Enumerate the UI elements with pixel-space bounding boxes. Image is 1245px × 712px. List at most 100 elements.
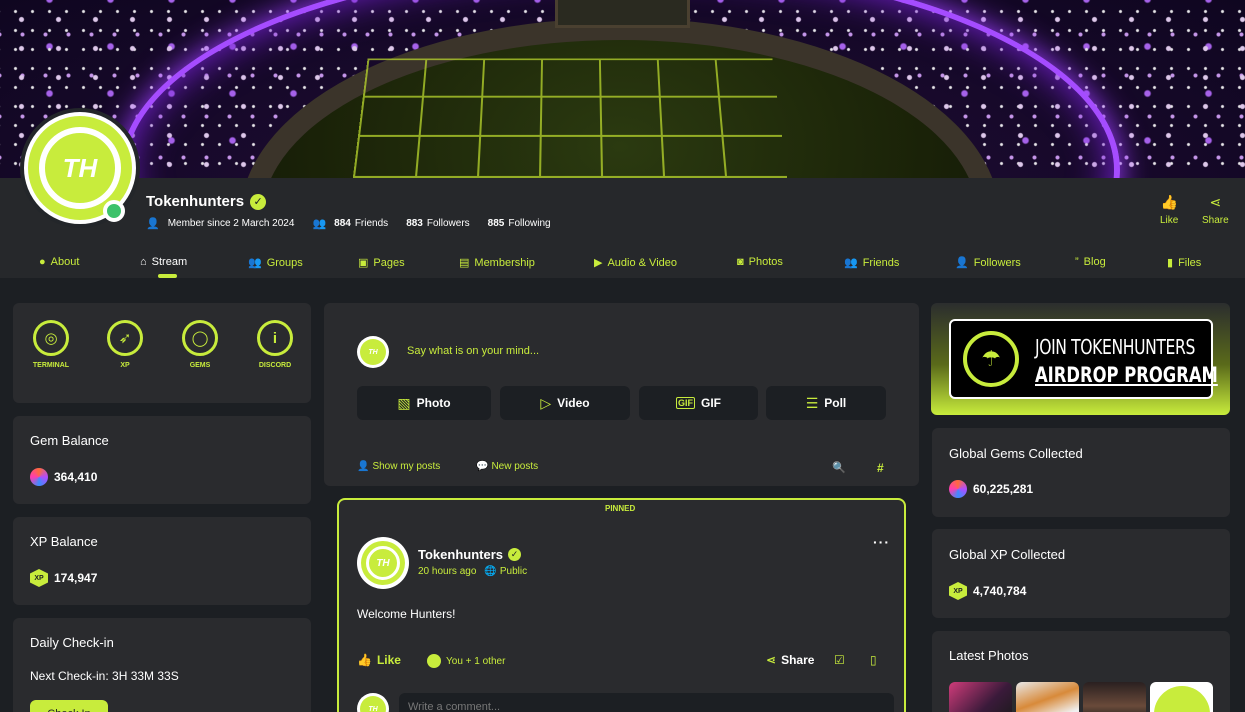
post-visibility-label: Public <box>499 566 528 577</box>
thumbs-up-icon: 👍 <box>1160 194 1178 210</box>
xp-icon: XP <box>949 582 967 600</box>
post-author[interactable]: Tokenhunters <box>418 547 503 562</box>
file-icon: ▮ <box>1167 257 1174 269</box>
followers-count[interactable]: 883 <box>406 218 423 229</box>
post-share-button[interactable]: ⋖ Share <box>766 653 814 667</box>
shortcut-label: XP <box>120 362 130 369</box>
latest-photos-title: Latest Photos <box>949 648 1029 663</box>
tab-pages[interactable]: ▣ Pages <box>358 256 405 270</box>
tab-label: About <box>50 256 80 268</box>
tab-groups[interactable]: 👥 Groups <box>248 256 303 270</box>
global-xp-value: 4,740,784 <box>973 584 1027 598</box>
tab-label: Pages <box>373 256 405 269</box>
tab-audio-video[interactable]: ▶ Audio & Video <box>594 256 677 270</box>
video-button-label: Video <box>557 396 590 410</box>
tab-about[interactable]: ● About <box>39 256 79 268</box>
post-avatar-initials: TH <box>366 546 400 580</box>
shortcut-discord[interactable]: i DISCORD <box>255 320 295 369</box>
tab-files[interactable]: ▮ Files <box>1167 256 1202 270</box>
share-icon: ⋖ <box>1209 194 1222 210</box>
share-page-button[interactable]: ⋖ Share <box>1202 194 1229 226</box>
search-posts-button[interactable]: 🔍 <box>832 461 846 474</box>
poll-button[interactable]: ☰ Poll <box>766 386 886 420</box>
globe-icon: 🌐 <box>484 566 497 577</box>
post-author-avatar[interactable]: TH <box>357 537 409 589</box>
shortcut-label: DISCORD <box>258 362 292 369</box>
profile-name-row: Tokenhunters ✓ <box>146 193 267 210</box>
global-xp-title: Global XP Collected <box>949 547 1066 562</box>
photo-thumbnail[interactable] <box>1083 682 1146 712</box>
shortcut-terminal[interactable]: ◎ TERMINAL <box>31 320 71 369</box>
global-xp-card <box>932 529 1230 618</box>
post-share-label: Share <box>781 653 815 667</box>
share-page-label: Share <box>1202 215 1229 226</box>
tab-label: Blog <box>1083 256 1106 268</box>
tab-stream[interactable]: ⌂ Stream <box>140 256 187 268</box>
reaction-icon <box>427 654 441 668</box>
tab-blog[interactable]: ” Blog <box>1075 256 1106 268</box>
info-icon: i <box>257 320 293 356</box>
profile-name[interactable]: Tokenhunters <box>146 193 244 210</box>
tab-label: Photos <box>748 256 783 268</box>
tab-membership[interactable]: ▤ Membership <box>459 256 535 270</box>
photo-thumbnail[interactable] <box>1016 682 1079 712</box>
post-check-button[interactable]: ☑ <box>834 653 845 667</box>
camera-icon: ◙ <box>737 256 744 268</box>
composer-avatar: TH <box>357 336 389 368</box>
composer-input[interactable]: Say what is on your mind... <box>407 345 539 357</box>
global-gems-row: 60,225,281 <box>949 480 1033 498</box>
friends-icon: 👥 <box>312 218 327 230</box>
post-like-button[interactable]: 👍 Like <box>357 653 401 667</box>
new-posts-filter[interactable]: 💬 New posts <box>476 461 538 472</box>
gif-button[interactable]: GIF GIF <box>639 386 758 420</box>
bookmark-icon: ▯ <box>870 653 877 667</box>
new-posts-label: New posts <box>491 461 539 472</box>
home-icon: ⌂ <box>140 256 147 268</box>
post-options-icon[interactable]: ··· <box>873 534 890 550</box>
user-check-icon: 👤 <box>955 257 969 269</box>
post-bookmark-button[interactable]: ▯ <box>870 653 877 667</box>
xp-icon: XP <box>30 569 48 587</box>
global-xp-row: XP 4,740,784 <box>949 582 1026 600</box>
comment-input[interactable]: Write a comment... <box>399 693 894 712</box>
check-in-button[interactable]: Check In <box>30 700 108 712</box>
photo-thumbnail[interactable] <box>1150 682 1213 712</box>
xp-balance-title: XP Balance <box>30 534 98 549</box>
pinned-label: PINNED <box>605 504 636 513</box>
poll-button-label: Poll <box>824 396 847 410</box>
member-since: Member since 2 March 2024 <box>167 218 295 229</box>
followers-label[interactable]: Followers <box>427 218 470 229</box>
rocket-icon: ➶ <box>107 320 143 356</box>
tab-label: Stream <box>151 256 188 268</box>
tab-label: Membership <box>474 256 535 269</box>
daily-checkin-title: Daily Check-in <box>30 635 114 650</box>
following-count[interactable]: 885 <box>488 218 505 229</box>
hashtag-icon: # <box>877 461 884 475</box>
tab-friends[interactable]: 👥 Friends <box>844 256 899 270</box>
friends-label[interactable]: Friends <box>355 218 388 229</box>
tab-label: Files <box>1178 256 1202 269</box>
tab-photos[interactable]: ◙ Photos <box>737 256 783 268</box>
show-my-posts-filter[interactable]: 👤 Show my posts <box>357 461 440 472</box>
photo-button[interactable]: ▧ Photo <box>357 386 491 420</box>
friends-count[interactable]: 884 <box>334 218 351 229</box>
airdrop-banner[interactable]: ☂ JOIN TOKENHUNTERS AIRDROP PROGRAM <box>949 319 1218 399</box>
shortcut-gems[interactable]: ◯ GEMS <box>180 320 220 369</box>
hashtag-button[interactable]: # <box>877 461 884 475</box>
gif-icon: GIF <box>676 397 695 409</box>
video-button[interactable]: ▷ Video <box>500 386 630 420</box>
photo-thumbnail[interactable] <box>949 682 1012 712</box>
xp-balance-value: 174,947 <box>54 571 98 585</box>
ring-icon: ◯ <box>182 320 218 356</box>
like-page-button[interactable]: 👍 Like <box>1160 194 1178 226</box>
airdrop-line1: JOIN TOKENHUNTERS <box>1035 335 1195 359</box>
target-icon: ◎ <box>33 320 69 356</box>
post-reactions[interactable]: You + 1 other <box>427 654 505 668</box>
following-label[interactable]: Following <box>508 218 550 229</box>
post-time[interactable]: 20 hours ago <box>418 566 476 577</box>
tab-followers[interactable]: 👤 Followers <box>955 256 1021 270</box>
chat-icon: 💬 <box>476 461 489 472</box>
shortcut-xp[interactable]: ➶ XP <box>105 320 145 369</box>
global-gems-card <box>932 428 1230 517</box>
thumbs-up-icon: 👍 <box>357 653 372 667</box>
